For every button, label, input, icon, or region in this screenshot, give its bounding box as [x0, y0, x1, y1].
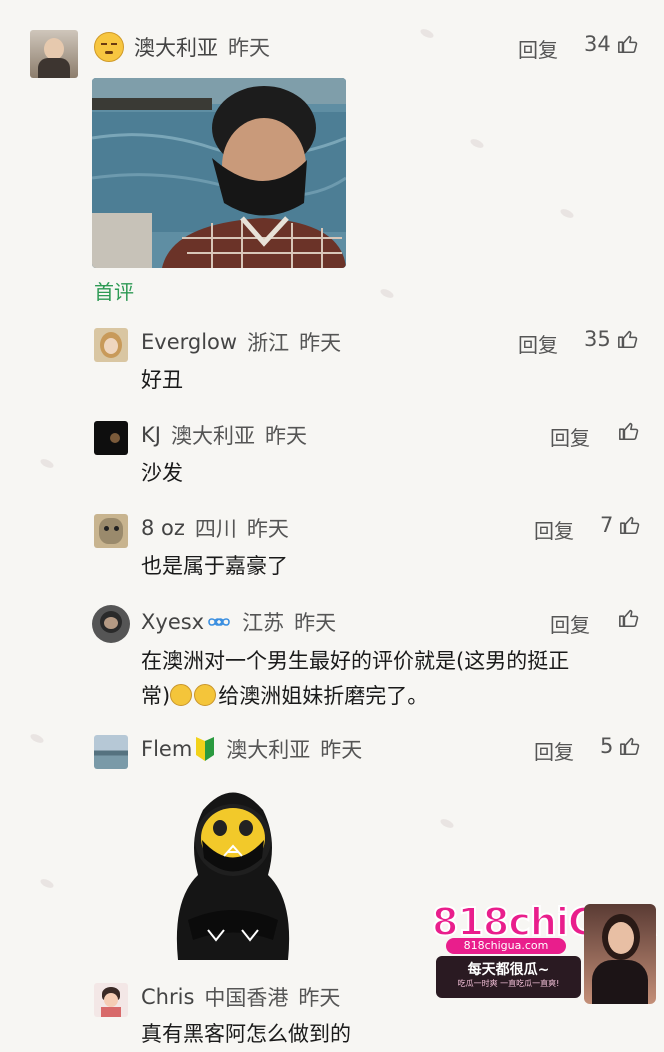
- photo-man-in-mask: [92, 78, 346, 268]
- emoji-icon: [94, 32, 124, 62]
- relieved-face-emoji-icon: [194, 684, 217, 706]
- relieved-face-emoji-icon: [170, 684, 193, 706]
- user-avatar[interactable]: [94, 983, 128, 1017]
- thumbs-up-icon: [620, 516, 640, 535]
- comment-meta: 澳大利亚 昨天: [94, 32, 270, 62]
- comment-region: 浙江: [247, 331, 290, 355]
- user-avatar[interactable]: [30, 30, 78, 78]
- reply-button[interactable]: 回复: [518, 329, 558, 358]
- reply-button[interactable]: 回复: [534, 736, 574, 765]
- beginner-mark-icon: [196, 737, 215, 761]
- like-count: 34: [584, 32, 611, 56]
- user-avatar[interactable]: [94, 328, 128, 362]
- like-count: 5: [600, 734, 614, 758]
- like-count: 7: [600, 513, 614, 537]
- comment-meta: KJ 澳大利亚 昨天: [141, 420, 307, 450]
- reply-button[interactable]: 回复: [550, 422, 590, 451]
- user-avatar[interactable]: [94, 421, 128, 455]
- reply-button[interactable]: 回复: [518, 34, 558, 63]
- reply-button[interactable]: 回复: [534, 515, 574, 544]
- user-avatar[interactable]: [94, 735, 128, 769]
- comment-time: 昨天: [294, 611, 337, 635]
- background-petal: [39, 457, 55, 470]
- user-avatar[interactable]: [92, 605, 130, 643]
- comment-image[interactable]: [92, 78, 346, 268]
- comment-time: 昨天: [299, 331, 342, 355]
- sticker-image[interactable]: [158, 780, 308, 960]
- comment-text-part: 给澳洲姐妹折磨完了。: [218, 684, 429, 708]
- thumbs-up-icon: [617, 35, 637, 54]
- thumbs-up-icon: [619, 609, 639, 628]
- username[interactable]: 澳大利亚: [134, 32, 218, 62]
- watermark-slogan: 每天都很瓜~: [467, 962, 550, 978]
- like-button[interactable]: [618, 420, 640, 442]
- comment-meta: Everglow 浙江 昨天: [141, 327, 341, 357]
- comment-region: 中国香港: [204, 986, 289, 1010]
- watermark-model-photo: [584, 904, 656, 1004]
- first-comment-tag: 首评: [94, 280, 134, 304]
- comment-time: 昨天: [264, 424, 307, 448]
- reply-button[interactable]: 回复: [550, 609, 590, 638]
- username[interactable]: Flem: [141, 737, 192, 761]
- comment-region: 澳大利亚: [226, 738, 311, 762]
- thumbs-up-icon: [617, 330, 637, 349]
- hooded-masked-figure-sticker: [176, 792, 290, 960]
- user-avatar[interactable]: [94, 514, 128, 548]
- comment-time: 昨天: [298, 986, 341, 1010]
- background-petal: [29, 732, 45, 745]
- comment-region: 四川: [194, 517, 237, 541]
- comment-region: 江苏: [242, 611, 285, 635]
- watermark-banner: 每天都很瓜~ 吃瓜一时爽 一直吃瓜一直爽!: [436, 956, 581, 998]
- username[interactable]: KJ: [141, 423, 161, 447]
- comment-time: 昨天: [320, 738, 363, 762]
- like-button[interactable]: 34: [584, 32, 639, 56]
- background-petal: [419, 27, 435, 40]
- comment-meta: Xyesx 江苏 昨天: [141, 607, 336, 637]
- infinity-badge-icon: [208, 618, 230, 626]
- comment-meta: Flem 澳大利亚 昨天: [141, 734, 362, 764]
- like-button[interactable]: 35: [584, 327, 639, 351]
- background-petal: [469, 137, 485, 150]
- comment-text-line-1: 在澳洲对一个男生最好的评价就是(这男的挺正: [141, 649, 570, 673]
- username[interactable]: Chris: [141, 985, 194, 1009]
- comment-text-line-2: 常) 给澳洲姐妹折磨完了。: [141, 679, 428, 714]
- username[interactable]: 8 oz: [141, 516, 185, 540]
- like-button[interactable]: 7: [600, 513, 641, 537]
- comment-meta: Chris 中国香港 昨天: [141, 982, 340, 1012]
- comment-text: 也是属于嘉豪了: [141, 554, 288, 578]
- like-button[interactable]: [618, 607, 640, 629]
- background-petal: [379, 287, 395, 300]
- like-count: 35: [584, 327, 611, 351]
- watermark-tagline: 吃瓜一时爽 一直吃瓜一直爽!: [457, 979, 560, 988]
- background-petal: [559, 207, 575, 220]
- background-petal: [39, 877, 55, 890]
- username[interactable]: Xyesx: [141, 610, 204, 634]
- comment-time: 昨天: [228, 36, 270, 60]
- comment-time: 昨天: [246, 517, 289, 541]
- comment-text: 好丑: [141, 368, 183, 392]
- thumbs-up-icon: [619, 422, 639, 441]
- like-button[interactable]: 5: [600, 734, 641, 758]
- comment-region: 澳大利亚: [170, 424, 255, 448]
- thumbs-up-icon: [620, 737, 640, 756]
- username[interactable]: Everglow: [141, 330, 237, 354]
- watermark-site: 818chigua.com: [446, 938, 566, 954]
- comment-text: 沙发: [141, 461, 183, 485]
- comment-text-part: 常): [141, 684, 171, 708]
- comment-meta: 8 oz 四川 昨天: [141, 513, 289, 543]
- comment-text: 真有黑客阿怎么做到的: [141, 1022, 351, 1046]
- background-petal: [439, 817, 455, 830]
- watermark: 818chiGUA 818chigua.com 每天都很瓜~ 吃瓜一时爽 一直吃…: [431, 899, 658, 1008]
